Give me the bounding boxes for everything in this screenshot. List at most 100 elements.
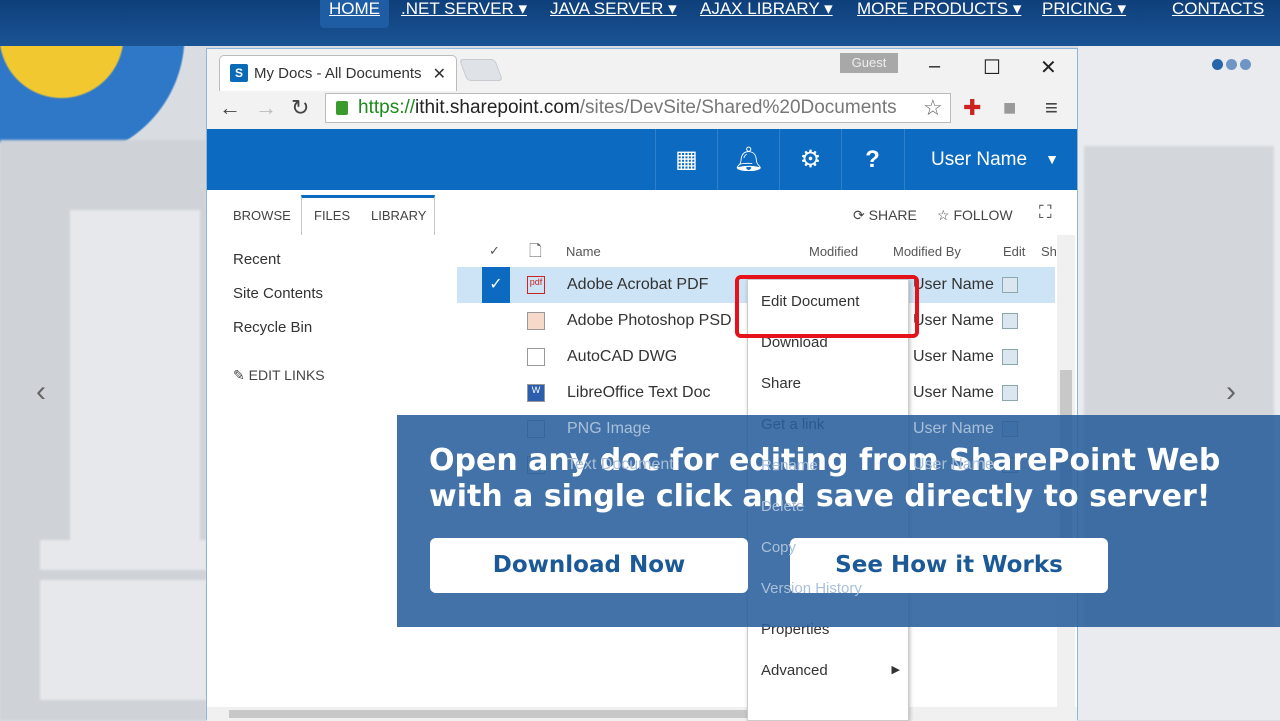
maximize-icon[interactable]: ☐ (983, 55, 1001, 80)
user-menu[interactable]: User Name ▼ (904, 129, 1077, 190)
horizontal-scrollbar[interactable] (207, 707, 1077, 721)
slide-indicator[interactable] (1212, 57, 1254, 75)
context-menu: Edit Document Download Share Get a link … (747, 279, 909, 721)
bell-icon[interactable]: 🔔︎ (717, 129, 779, 190)
url-host: ithit.sharepoint.com (415, 97, 580, 118)
sharepoint-icon: S (230, 64, 248, 82)
col-edit[interactable]: Edit (1003, 244, 1025, 259)
menu-delete[interactable]: Delete (748, 485, 908, 526)
list-header: ✓ 🗋 Name Modified Modified By Edit Sh (457, 235, 1057, 267)
url-path: /sites/DevSite/Shared%20Documents (579, 97, 897, 118)
close-tab-icon[interactable]: ✕ (433, 64, 446, 84)
file-name[interactable]: Adobe Acrobat PDF (567, 276, 708, 294)
share-icon: ⟳ (853, 207, 869, 223)
nav-java-server[interactable]: JAVA SERVER ▾ (550, 0, 677, 18)
edit-icon[interactable] (1002, 385, 1018, 401)
edit-icon[interactable] (1002, 349, 1018, 365)
new-tab-button[interactable] (458, 59, 504, 81)
edit-icon[interactable] (1002, 277, 1018, 293)
share-button[interactable]: ⟳ SHARE (853, 207, 917, 224)
edit-links-label: EDIT LINKS (248, 367, 325, 383)
nav-contacts[interactable]: CONTACTS (1172, 0, 1264, 18)
forward-icon[interactable]: → (255, 95, 277, 121)
pencil-icon: ✎ (233, 367, 249, 383)
extension-2-icon[interactable]: ■ (1003, 95, 1016, 121)
chevron-right-icon: ▶ (891, 664, 900, 676)
nav-recent[interactable]: Recent (233, 251, 325, 285)
follow-label: FOLLOW (953, 207, 1013, 223)
gear-icon[interactable]: ⚙ (779, 129, 841, 190)
nav-pricing[interactable]: PRICING ▾ (1042, 0, 1126, 18)
modified-by: User Name (913, 312, 994, 329)
close-window-icon[interactable]: ✕ (1040, 55, 1057, 80)
file-name[interactable]: LibreOffice Text Doc (567, 384, 710, 402)
menu-share[interactable]: Share (748, 362, 908, 403)
col-modified-by[interactable]: Modified By (893, 244, 961, 259)
lock-icon (336, 101, 348, 115)
word-icon: W (527, 384, 545, 402)
menu-copy[interactable]: Copy (748, 526, 908, 567)
menu-icon[interactable]: ≡ (1045, 95, 1058, 121)
quick-launch: Recent Site Contents Recycle Bin ✎ EDIT … (233, 251, 325, 401)
ide-background (0, 140, 206, 720)
tab-title: My Docs - All Documents (254, 65, 422, 82)
app-launcher-icon[interactable]: ▦ (655, 129, 717, 190)
tab-files[interactable]: FILES (314, 208, 350, 223)
file-type-icon: 🗋 (529, 243, 542, 260)
file-name[interactable]: Text Document (567, 456, 674, 474)
prev-slide-icon[interactable]: ‹ (36, 375, 46, 409)
edit-icon[interactable] (1002, 313, 1018, 329)
modified-by: User Name (913, 456, 994, 473)
profile-badge[interactable]: Guest (840, 53, 898, 73)
menu-advanced[interactable]: Advanced ▶ (748, 649, 908, 690)
col-sharing[interactable]: Sh (1041, 244, 1057, 259)
bookmark-star-icon[interactable]: ☆ (923, 95, 943, 121)
extension-icon[interactable]: ✚ (963, 95, 981, 121)
nav-ajax-library[interactable]: AJAX LIBRARY ▾ (700, 0, 833, 18)
tab-library[interactable]: LIBRARY (371, 208, 426, 223)
chevron-down-icon: ▼ (1045, 151, 1059, 167)
sharepoint-suite-bar: ▦ 🔔︎ ⚙ ? User Name ▼ (207, 129, 1077, 190)
col-modified[interactable]: Modified (809, 244, 858, 259)
menu-advanced-label: Advanced (761, 662, 828, 679)
modified-by: User Name (913, 348, 994, 365)
pdf-icon: pdf (527, 276, 545, 294)
tab-browse[interactable]: BROWSE (233, 208, 291, 223)
modified-by: User Name (913, 276, 994, 293)
file-name[interactable]: PNG Image (567, 420, 651, 438)
ribbon: BROWSE FILES LIBRARY ⟳ SHARE ☆ FOLLOW ⛶ (207, 190, 1077, 235)
modified-by: User Name (913, 384, 994, 401)
nav-more-products[interactable]: MORE PRODUCTS ▾ (857, 0, 1021, 18)
modified-by: User Name (913, 420, 994, 437)
nav-site-contents[interactable]: Site Contents (233, 285, 325, 319)
next-slide-icon[interactable]: › (1226, 375, 1236, 409)
row-checkbox[interactable]: ✓ (482, 267, 510, 303)
browser-tab[interactable]: S My Docs - All Documents ✕ (219, 55, 457, 91)
file-name[interactable]: Adobe Photoshop PSD (567, 312, 732, 330)
file-name[interactable]: AutoCAD DWG (567, 348, 677, 366)
site-navigation: HOME .NET SERVER ▾ JAVA SERVER ▾ AJAX LI… (0, 0, 1280, 46)
share-label: SHARE (868, 207, 917, 223)
col-name[interactable]: Name (566, 244, 601, 259)
star-icon: ☆ (937, 207, 954, 223)
file-icon (527, 348, 545, 366)
help-icon[interactable]: ? (841, 129, 903, 190)
reload-icon[interactable]: ↻ (291, 95, 309, 121)
user-name: User Name (931, 149, 1028, 170)
follow-button[interactable]: ☆ FOLLOW (937, 207, 1013, 224)
address-bar[interactable]: https://ithit.sharepoint.com/sites/DevSi… (325, 93, 951, 123)
select-all-checkbox[interactable]: ✓ (489, 243, 500, 259)
back-icon[interactable]: ← (219, 95, 241, 121)
minimize-icon[interactable]: – (929, 55, 940, 78)
nav-home[interactable]: HOME (320, 0, 389, 28)
edit-links-button[interactable]: ✎ EDIT LINKS (233, 367, 325, 401)
nav-recycle-bin[interactable]: Recycle Bin (233, 319, 325, 353)
menu-rename[interactable]: Rename (748, 444, 908, 485)
highlight-box (735, 275, 919, 338)
nav-net-server[interactable]: .NET SERVER ▾ (401, 0, 527, 18)
focus-mode-icon[interactable]: ⛶ (1039, 202, 1052, 223)
url-scheme: https:// (358, 97, 416, 118)
download-now-button[interactable]: Download Now (430, 538, 748, 593)
psd-icon (527, 312, 545, 330)
menu-version-history[interactable]: Version History (748, 567, 908, 608)
